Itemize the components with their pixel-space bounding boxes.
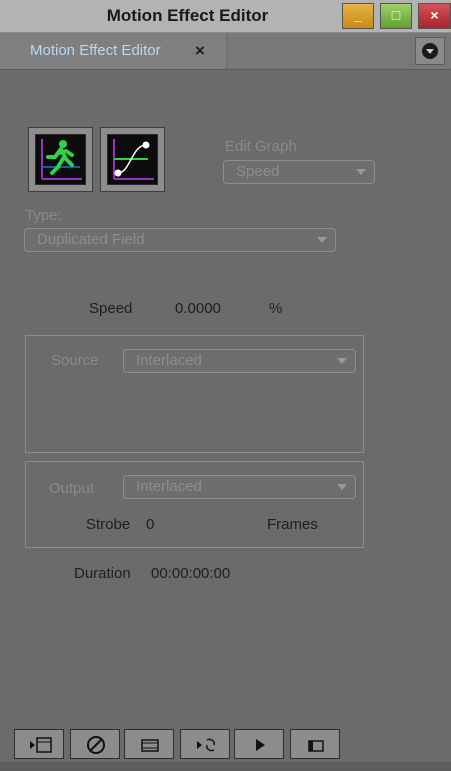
maximize-button[interactable]: □ bbox=[380, 3, 412, 29]
type-value: Duplicated Field bbox=[37, 231, 145, 248]
speed-label: Speed bbox=[89, 300, 133, 317]
chevron-down-icon bbox=[422, 43, 438, 59]
bottom-toolbar bbox=[14, 729, 344, 759]
output-group: Output Interlaced Strobe 0 Frames bbox=[25, 461, 364, 548]
speed-unit: % bbox=[269, 300, 283, 317]
strobe-value[interactable]: 0 bbox=[146, 516, 154, 533]
source-value: Interlaced bbox=[136, 352, 202, 369]
strobe-label: Strobe bbox=[86, 516, 131, 533]
output-value: Interlaced bbox=[136, 478, 202, 495]
strobe-unit: Frames bbox=[267, 516, 318, 533]
fast-menu-button[interactable] bbox=[415, 37, 445, 65]
render-icon bbox=[30, 737, 52, 753]
tab-motion-effect-editor[interactable]: Motion Effect Editor × bbox=[0, 33, 227, 69]
duration-label: Duration bbox=[74, 565, 131, 582]
duration-value: 00:00:00:00 bbox=[151, 565, 231, 582]
swap-icon bbox=[197, 738, 215, 752]
swap-button[interactable] bbox=[180, 729, 230, 759]
filmstrip-button[interactable] bbox=[124, 729, 174, 759]
chevron-down-icon bbox=[337, 358, 347, 364]
source-group: Source Interlaced bbox=[25, 335, 364, 453]
clip-button[interactable] bbox=[290, 729, 340, 759]
source-dropdown[interactable]: Interlaced bbox=[123, 349, 356, 373]
output-dropdown[interactable]: Interlaced bbox=[123, 475, 356, 499]
bottom-divider bbox=[0, 762, 451, 771]
type-dropdown[interactable]: Duplicated Field bbox=[24, 228, 336, 252]
chevron-down-icon bbox=[317, 237, 327, 243]
tab-label: Motion Effect Editor bbox=[30, 42, 161, 59]
cancel-button[interactable] bbox=[70, 729, 120, 759]
chevron-down-icon bbox=[356, 169, 366, 175]
tab-close-button[interactable]: × bbox=[195, 41, 205, 61]
speed-graph-button[interactable] bbox=[28, 127, 93, 192]
edit-graph-value: Speed bbox=[236, 163, 280, 180]
render-button[interactable] bbox=[14, 729, 64, 759]
play-button[interactable] bbox=[234, 729, 284, 759]
play-icon bbox=[256, 739, 265, 751]
output-label: Output bbox=[49, 480, 95, 497]
cancel-icon bbox=[87, 736, 105, 754]
type-label: Type: bbox=[25, 207, 62, 224]
filmstrip-icon bbox=[141, 739, 159, 752]
window-title: Motion Effect Editor bbox=[106, 6, 269, 25]
close-window-button[interactable]: × bbox=[418, 3, 451, 29]
keyframe-graph-button[interactable] bbox=[100, 127, 165, 192]
edit-graph-label: Edit Graph bbox=[225, 138, 297, 155]
tab-bar: Motion Effect Editor × bbox=[0, 33, 451, 70]
curve-graph-icon bbox=[113, 139, 154, 180]
running-man-icon bbox=[41, 139, 82, 180]
title-bar: Motion Effect Editor _ □ × bbox=[0, 0, 451, 33]
clip-icon bbox=[308, 740, 324, 752]
source-label: Source bbox=[51, 352, 99, 369]
minimize-button[interactable]: _ bbox=[342, 3, 374, 29]
edit-graph-dropdown[interactable]: Speed bbox=[223, 160, 375, 184]
speed-value[interactable]: 0.0000 bbox=[175, 300, 221, 317]
chevron-down-icon bbox=[337, 484, 347, 490]
